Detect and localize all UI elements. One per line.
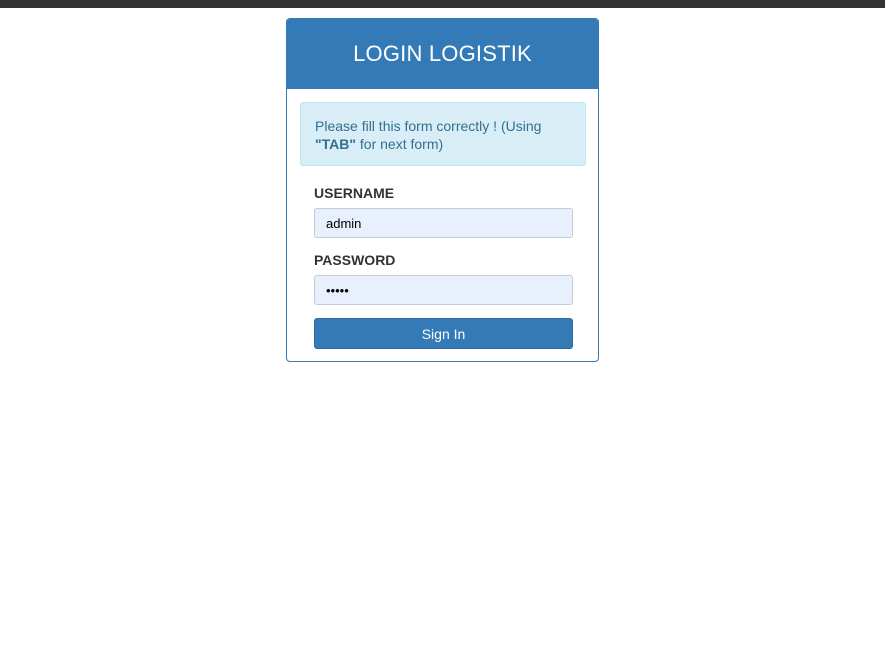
alert-text-end: for next form) [356, 136, 444, 152]
username-input[interactable] [314, 208, 573, 238]
top-bar [0, 0, 885, 8]
alert-emphasis: "TAB" [315, 136, 357, 152]
info-alert: Please fill this form correctly ! (Using… [300, 102, 586, 166]
sign-in-button[interactable]: Sign In [314, 318, 573, 349]
alert-text: Please fill this form correctly ! (Using [315, 118, 542, 134]
password-label: PASSWORD [314, 252, 396, 268]
username-label: USERNAME [314, 185, 395, 201]
password-input[interactable] [314, 275, 573, 305]
login-panel: LOGIN LOGISTIK Please fill this form cor… [286, 18, 599, 362]
panel-title: LOGIN LOGISTIK [287, 19, 598, 89]
